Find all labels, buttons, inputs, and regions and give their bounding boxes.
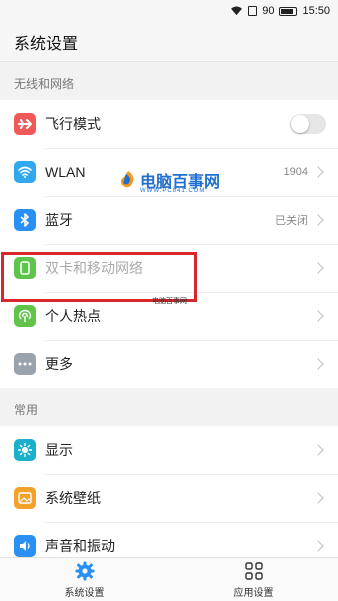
airplane-mode-toggle[interactable] bbox=[290, 114, 326, 134]
settings-group-common: 显示 系统壁纸 声音和振动 bbox=[0, 426, 338, 570]
section-header-common: 常用 bbox=[14, 403, 39, 417]
chevron-right-icon bbox=[312, 540, 324, 552]
page-title: 系统设置 bbox=[0, 22, 338, 62]
tab-system-settings[interactable]: 系统设置 bbox=[0, 558, 169, 601]
battery-icon bbox=[279, 6, 298, 16]
chevron-right-icon bbox=[312, 444, 324, 456]
wallpaper-icon bbox=[14, 487, 36, 509]
clock: 15:50 bbox=[302, 5, 330, 17]
row-airplane-mode[interactable]: 飞行模式 bbox=[0, 100, 338, 148]
row-label: 声音和振动 bbox=[45, 538, 115, 554]
row-label: 更多 bbox=[45, 356, 73, 372]
settings-group-wireless: 飞行模式 WLAN 1904 蓝牙 已关闭 双卡和移动网络 个人热点 更多 bbox=[0, 100, 338, 388]
row-wallpaper[interactable]: 系统壁纸 bbox=[0, 474, 338, 522]
hotspot-icon bbox=[14, 305, 36, 327]
tab-app-settings[interactable]: 应用设置 bbox=[169, 558, 338, 601]
bluetooth-icon bbox=[14, 209, 36, 231]
row-label: 飞行模式 bbox=[45, 116, 101, 132]
chevron-right-icon bbox=[312, 358, 324, 370]
watermark-subtitle: WWW.PC841.COM bbox=[140, 188, 206, 194]
bluetooth-value: 已关闭 bbox=[275, 215, 308, 227]
wifi-icon bbox=[14, 161, 36, 183]
sim-card-icon bbox=[14, 257, 36, 279]
chevron-right-icon bbox=[312, 166, 324, 178]
row-more[interactable]: 更多 bbox=[0, 340, 338, 388]
tab-label: 系统设置 bbox=[64, 587, 105, 599]
sound-icon bbox=[14, 535, 36, 557]
bottom-navigation: 系统设置 应用设置 bbox=[0, 557, 338, 601]
row-label: 显示 bbox=[45, 442, 73, 458]
wifi-status-icon bbox=[231, 6, 243, 16]
watermark-small: 电脑百事网 bbox=[152, 298, 187, 305]
row-dual-sim-mobile-network[interactable]: 双卡和移动网络 bbox=[0, 244, 338, 292]
gear-icon bbox=[75, 561, 94, 580]
row-label: 系统壁纸 bbox=[45, 490, 101, 506]
apps-grid-icon bbox=[244, 561, 263, 580]
chevron-right-icon bbox=[312, 262, 324, 274]
tab-label: 应用设置 bbox=[233, 587, 274, 599]
watermark-logo: 电脑百事网 WWW.PC841.COM bbox=[118, 168, 220, 194]
row-label: 个人热点 bbox=[45, 308, 101, 324]
row-bluetooth[interactable]: 蓝牙 已关闭 bbox=[0, 196, 338, 244]
status-bar: 90 15:50 bbox=[0, 0, 338, 22]
wlan-value: 1904 bbox=[283, 166, 308, 178]
section-header-wireless: 无线和网络 bbox=[14, 77, 75, 91]
row-display[interactable]: 显示 bbox=[0, 426, 338, 474]
chevron-right-icon bbox=[312, 310, 324, 322]
chevron-right-icon bbox=[312, 492, 324, 504]
row-label: 蓝牙 bbox=[45, 212, 73, 228]
sim-status-icon bbox=[248, 6, 258, 16]
row-label: 双卡和移动网络 bbox=[45, 260, 143, 276]
more-icon bbox=[14, 353, 36, 375]
watermark-logo-icon bbox=[120, 171, 134, 188]
airplane-icon bbox=[14, 113, 36, 135]
battery-percent: 90 bbox=[262, 5, 275, 17]
brightness-icon bbox=[14, 439, 36, 461]
chevron-right-icon bbox=[312, 214, 324, 226]
